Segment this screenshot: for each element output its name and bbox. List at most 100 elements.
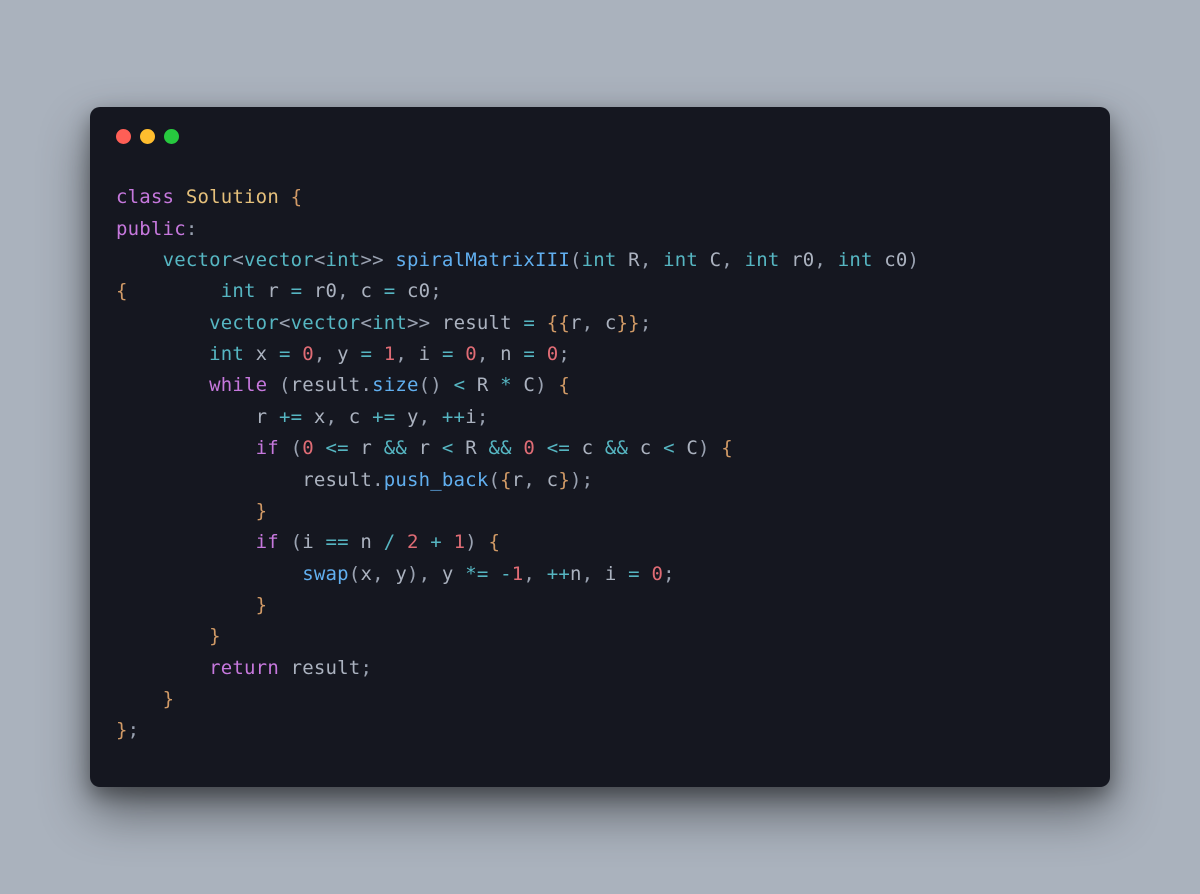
token-p: (): [419, 374, 442, 396]
token-v: [826, 249, 838, 271]
token-p: .: [360, 374, 372, 396]
token-p: <: [232, 249, 244, 271]
token-p: <: [314, 249, 326, 271]
token-v: y: [326, 343, 361, 365]
token-k: return: [209, 657, 279, 679]
token-op: =: [628, 563, 640, 585]
token-v: c0: [395, 280, 430, 302]
token-v: result: [430, 312, 523, 334]
token-v: r: [256, 280, 291, 302]
token-br: }}: [617, 312, 640, 334]
token-op: ==: [326, 531, 349, 553]
token-v: [116, 437, 256, 459]
token-v: result: [116, 469, 372, 491]
token-num: 1: [512, 563, 524, 585]
token-p: ,: [582, 563, 594, 585]
token-br: {: [291, 186, 303, 208]
token-p: (: [488, 469, 500, 491]
token-v: c: [628, 437, 663, 459]
token-p: <: [279, 312, 291, 334]
token-id: Solution: [186, 186, 279, 208]
traffic-lights: [116, 129, 1084, 144]
token-p: ,: [314, 343, 326, 365]
window-minimize-icon[interactable]: [140, 129, 155, 144]
token-v: [640, 563, 652, 585]
token-p: :: [186, 218, 198, 240]
token-p: >>: [407, 312, 430, 334]
token-v: [651, 249, 663, 271]
token-p: ;: [477, 406, 489, 428]
token-p: .: [372, 469, 384, 491]
token-br: }: [256, 594, 268, 616]
token-p: ;: [582, 469, 594, 491]
token-op: +=: [279, 406, 302, 428]
token-p: (: [291, 437, 303, 459]
token-op: -: [500, 563, 512, 585]
token-op: =: [442, 343, 454, 365]
token-p: >>: [360, 249, 383, 271]
token-v: [291, 343, 303, 365]
token-p: (: [570, 249, 582, 271]
token-v: r: [570, 312, 582, 334]
token-v: c: [535, 469, 558, 491]
token-op: *: [500, 374, 512, 396]
token-k: while: [209, 374, 267, 396]
token-op: +: [430, 531, 442, 553]
token-v: [547, 374, 559, 396]
token-num: 0: [547, 343, 559, 365]
token-v: result: [291, 374, 361, 396]
token-br: }: [209, 625, 221, 647]
token-p: ): [535, 374, 547, 396]
token-v: [116, 594, 256, 616]
token-br: }: [256, 500, 268, 522]
token-p: ;: [663, 563, 675, 585]
token-v: R: [617, 249, 640, 271]
token-op: ++: [547, 563, 570, 585]
token-op: =: [360, 343, 372, 365]
token-v: [535, 312, 547, 334]
token-v: [419, 531, 431, 553]
token-v: c: [570, 437, 605, 459]
stage: class Solution { public: vector<vector<i…: [0, 0, 1200, 894]
token-v: y: [430, 563, 465, 585]
token-v: [535, 437, 547, 459]
token-v: C: [675, 437, 698, 459]
token-p: ,: [523, 563, 535, 585]
token-v: C: [512, 374, 535, 396]
token-p: ,: [326, 406, 338, 428]
token-num: 0: [523, 437, 535, 459]
token-t: int: [838, 249, 873, 271]
token-v: n: [570, 563, 582, 585]
token-p: ,: [721, 249, 733, 271]
token-p: ;: [360, 657, 372, 679]
token-v: r0: [780, 249, 815, 271]
token-p: (: [291, 531, 303, 553]
token-op: =: [523, 312, 535, 334]
token-p: ;: [558, 343, 570, 365]
token-p: ,: [419, 406, 431, 428]
token-v: [395, 531, 407, 553]
token-num: 1: [454, 531, 466, 553]
token-v: [454, 343, 466, 365]
token-v: [314, 437, 326, 459]
token-t: int: [745, 249, 780, 271]
token-p: ,: [395, 343, 407, 365]
token-num: 0: [651, 563, 663, 585]
token-p: ,: [477, 343, 489, 365]
token-op: =: [384, 280, 396, 302]
token-v: [116, 625, 209, 647]
token-p: (: [349, 563, 361, 585]
token-k: if: [256, 531, 279, 553]
token-num: 0: [465, 343, 477, 365]
token-p: ,: [582, 312, 594, 334]
token-br: {: [116, 280, 128, 302]
token-v: n: [349, 531, 384, 553]
token-num: 0: [302, 343, 314, 365]
token-v: r: [349, 437, 384, 459]
token-op: &&: [605, 437, 628, 459]
token-op: <=: [326, 437, 349, 459]
window-close-icon[interactable]: [116, 129, 131, 144]
window-zoom-icon[interactable]: [164, 129, 179, 144]
token-fn: size: [372, 374, 419, 396]
token-op: <: [663, 437, 675, 459]
